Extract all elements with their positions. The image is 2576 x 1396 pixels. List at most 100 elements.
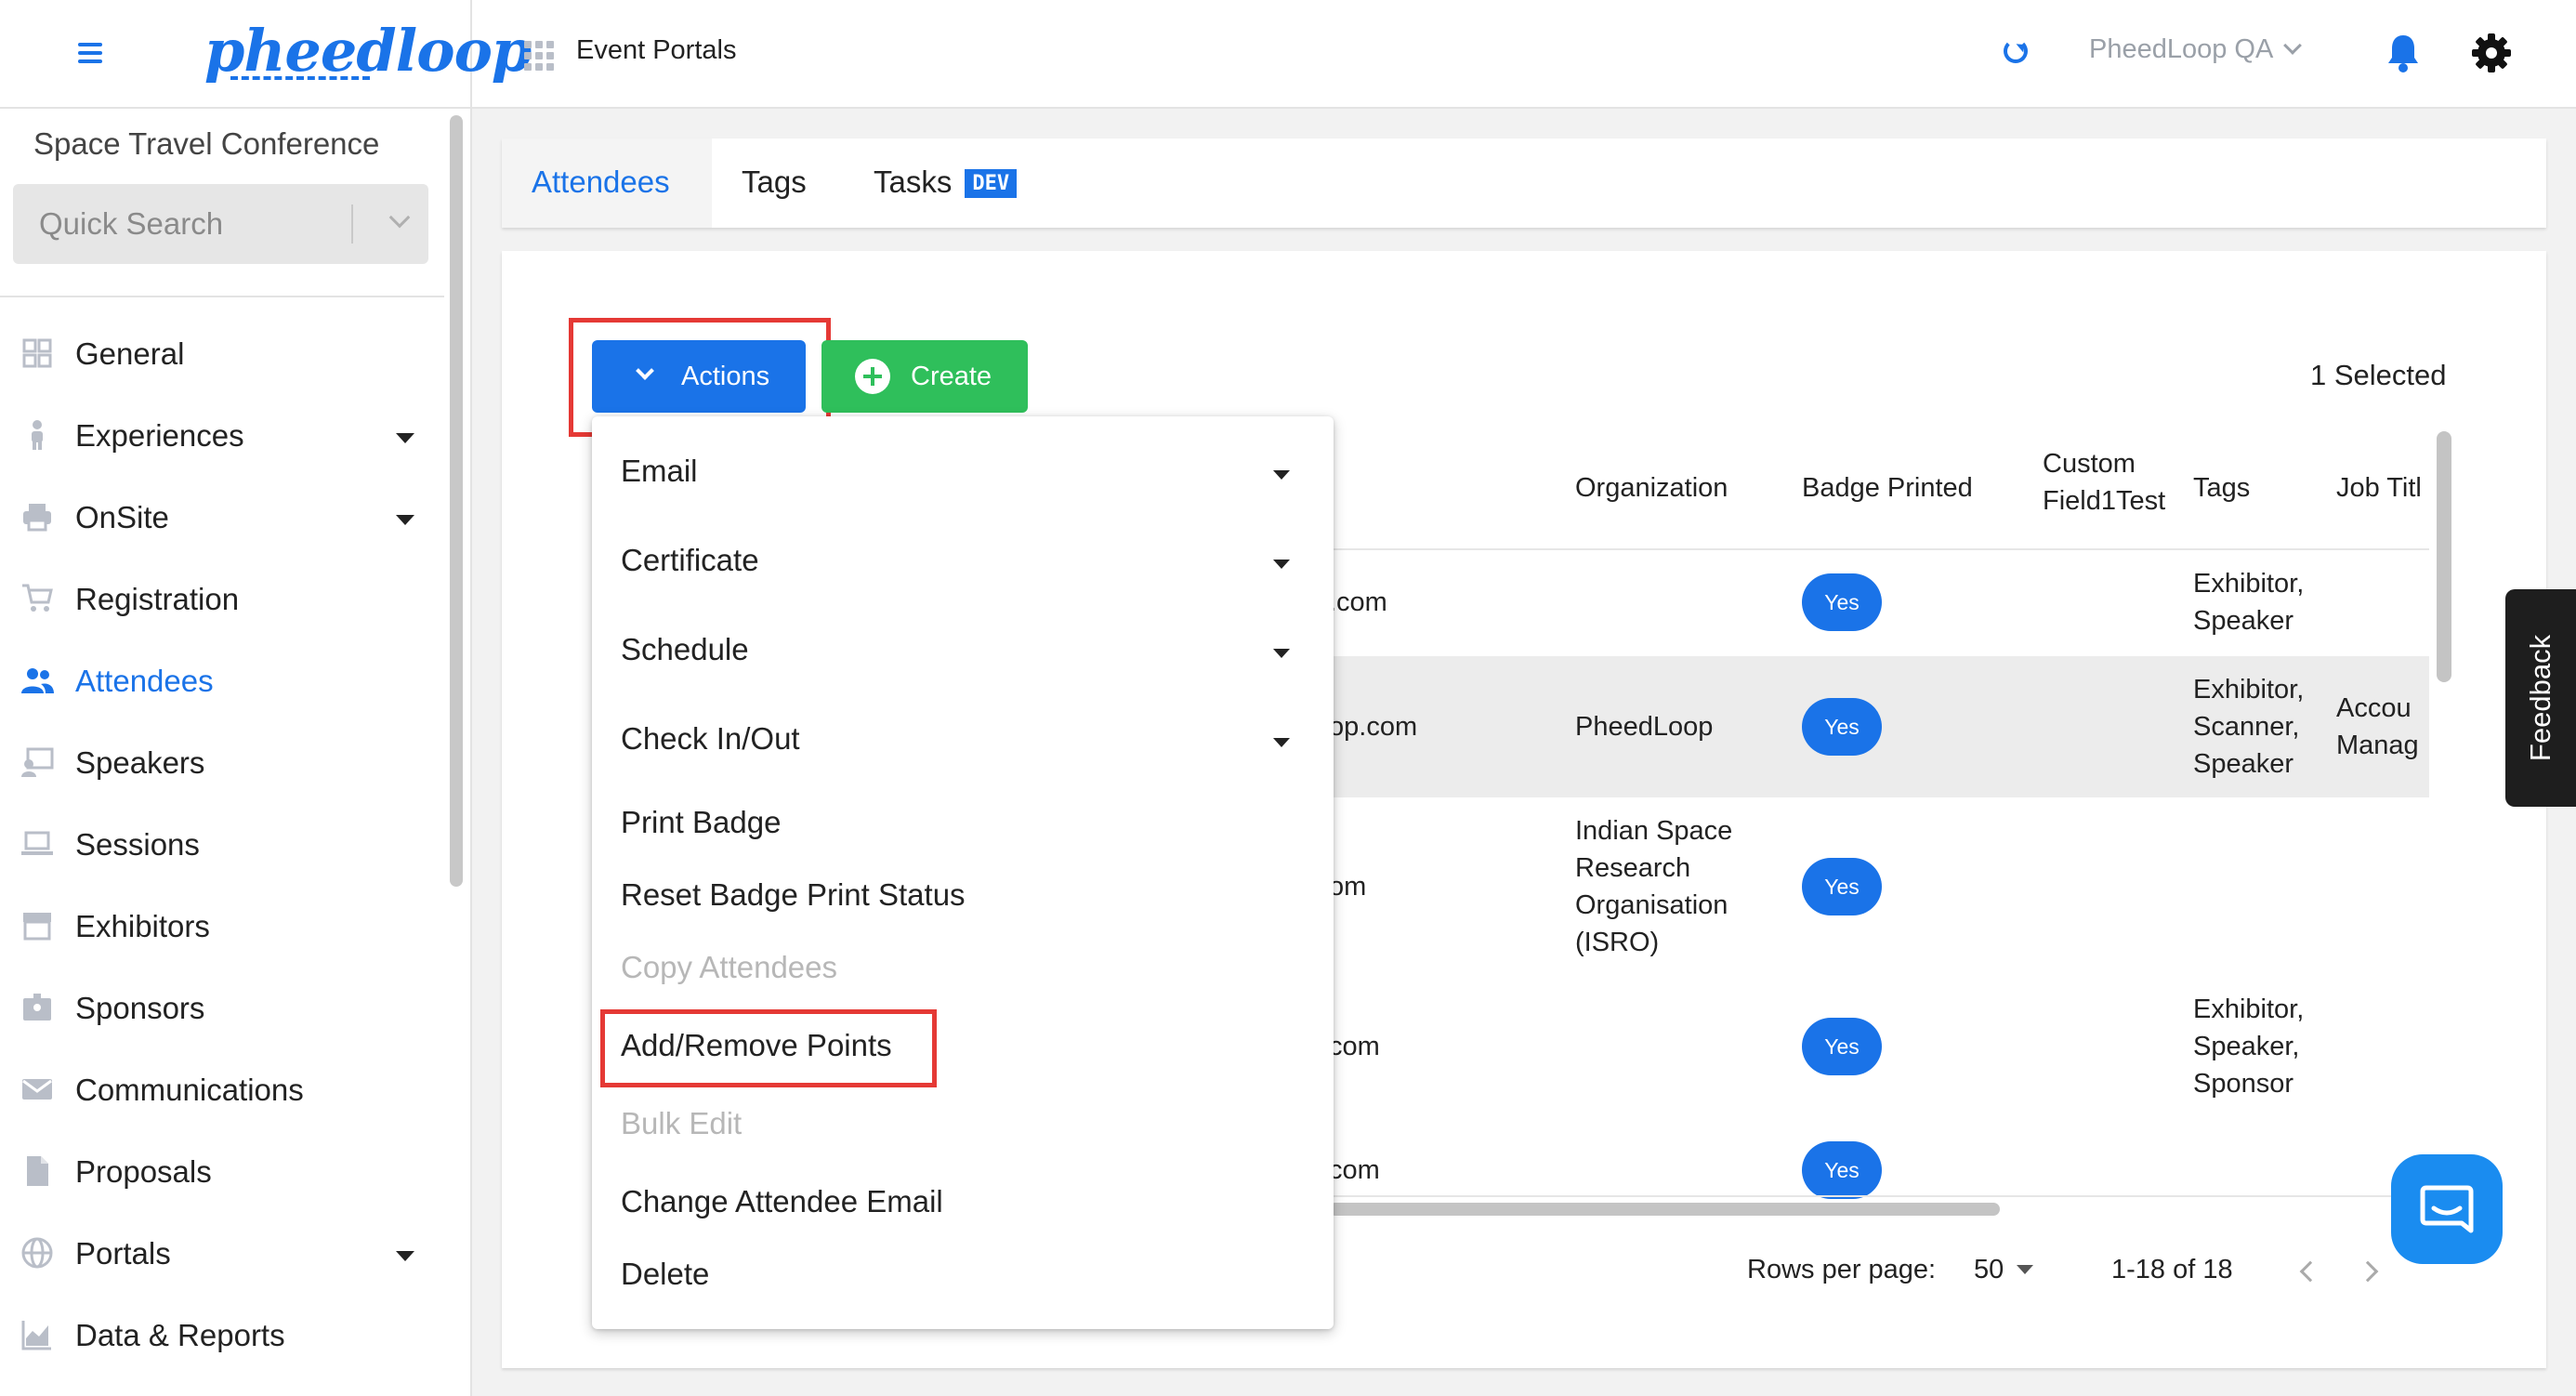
sidebar-scrollbar[interactable] bbox=[450, 115, 463, 887]
cell-organization: Indian Space Research Organisation (ISRO… bbox=[1575, 816, 1733, 957]
sidebar-item-label: OnSite bbox=[75, 500, 169, 534]
menu-item-print-badge[interactable]: Print Badge bbox=[621, 805, 781, 840]
cell-email: om bbox=[1329, 872, 1367, 902]
tab-label: Attendees bbox=[532, 165, 670, 199]
menu-item-certificate[interactable]: Certificate bbox=[621, 543, 759, 578]
table-vertical-scrollbar[interactable] bbox=[2437, 431, 2451, 682]
laptop-icon bbox=[21, 831, 53, 855]
sidebar-item-data-reports[interactable]: Data & Reports bbox=[0, 1296, 444, 1377]
sidebar-item-label: Communications bbox=[75, 1073, 304, 1107]
org-selector[interactable]: PheedLoop QA bbox=[2089, 34, 2303, 65]
sidebar-item-sponsors[interactable]: Sponsors bbox=[0, 968, 444, 1050]
tag-text: Scanner, bbox=[2193, 712, 2300, 742]
highlight-box-add-remove-points bbox=[600, 1009, 937, 1087]
chevron-down-icon bbox=[2283, 36, 2303, 55]
pagination-range: 1-18 of 18 bbox=[2111, 1255, 2233, 1284]
org-name: PheedLoop QA bbox=[2089, 34, 2274, 64]
feedback-tab[interactable]: Feedback bbox=[2505, 589, 2576, 807]
cell-email: com bbox=[1329, 1032, 1380, 1061]
actions-dropdown-menu: Email Certificate Schedule Check In/Out … bbox=[592, 416, 1334, 1329]
caret-down-icon[interactable] bbox=[1273, 738, 1290, 747]
tag-text: Exhibitor, bbox=[2193, 675, 2305, 705]
chat-bubble-icon bbox=[2420, 1185, 2474, 1233]
gear-icon[interactable] bbox=[2472, 33, 2511, 72]
sidebar-item-label: Attendees bbox=[75, 664, 214, 698]
cell-job-title: Accou Manag bbox=[2336, 690, 2429, 764]
table-horizontal-track bbox=[1329, 1195, 2429, 1197]
tab-label: Tasks bbox=[874, 165, 953, 199]
create-label: Create bbox=[911, 362, 992, 391]
tag-text: Sponsor bbox=[2193, 1069, 2294, 1099]
cell-tags: Exhibitor, Speaker bbox=[2193, 565, 2304, 639]
sidebar-item-label: Exhibitors bbox=[75, 909, 210, 943]
sidebar-item-communications[interactable]: Communications bbox=[0, 1050, 444, 1132]
sidebar-item-exhibitors[interactable]: Exhibitors bbox=[0, 887, 444, 968]
actions-button[interactable]: Actions bbox=[592, 340, 806, 413]
sidebar-item-attendees[interactable]: Attendees bbox=[0, 641, 444, 723]
sidebar-divider bbox=[0, 296, 444, 297]
sidebar-item-onsite[interactable]: OnSite bbox=[0, 478, 444, 560]
bell-icon[interactable] bbox=[2386, 33, 2420, 72]
table-header-divider bbox=[1329, 548, 2429, 550]
sidebar-item-portals[interactable]: Portals bbox=[0, 1214, 444, 1296]
create-button[interactable]: Create bbox=[821, 340, 1028, 413]
person-icon bbox=[32, 420, 43, 450]
mail-icon bbox=[22, 1079, 52, 1100]
sidebar-item-speakers[interactable]: Speakers bbox=[0, 723, 444, 805]
cell-email: op.com bbox=[1329, 712, 1418, 742]
caret-down-icon[interactable] bbox=[1273, 560, 1290, 569]
menu-item-change-attendee-email[interactable]: Change Attendee Email bbox=[621, 1184, 943, 1219]
column-header-organization[interactable]: Organization bbox=[1575, 469, 1728, 507]
table-horizontal-scrollbar[interactable] bbox=[1329, 1203, 2000, 1216]
menu-item-schedule[interactable]: Schedule bbox=[621, 632, 749, 667]
tag-text: Exhibitor, bbox=[2193, 569, 2305, 599]
menu-item-check-in-out[interactable]: Check In/Out bbox=[621, 721, 800, 757]
sidebar-header: pheedloop bbox=[0, 0, 532, 109]
document-icon bbox=[27, 1156, 48, 1186]
cell-email: .com bbox=[1329, 587, 1387, 617]
quick-search-input[interactable]: Quick Search bbox=[13, 184, 428, 264]
sidebar-item-sessions[interactable]: Sessions bbox=[0, 805, 444, 887]
menu-icon[interactable] bbox=[78, 43, 102, 63]
job-text: Accou bbox=[2336, 693, 2412, 723]
caret-down-icon[interactable] bbox=[1273, 470, 1290, 480]
pheedloop-logo: pheedloop bbox=[204, 17, 532, 85]
tab-attendees[interactable]: Attendees bbox=[502, 138, 712, 228]
column-header-badge-printed[interactable]: Badge Printed bbox=[1802, 469, 1973, 507]
column-header-tags[interactable]: Tags bbox=[2193, 469, 2250, 507]
badge-printed-yes: Yes bbox=[1802, 698, 1882, 756]
rows-per-page-select[interactable]: 50 bbox=[1974, 1255, 2034, 1285]
sidebar-item-general[interactable]: General bbox=[0, 314, 444, 396]
dev-badge: DEV bbox=[965, 169, 1018, 198]
tab-tasks[interactable]: Tasks DEV bbox=[874, 138, 1018, 228]
rows-per-page-label: Rows per page: bbox=[1747, 1255, 1937, 1284]
sidebar-item-label: Speakers bbox=[75, 745, 205, 780]
caret-down-icon bbox=[396, 515, 414, 525]
presenter-icon bbox=[21, 747, 54, 777]
menu-item-bulk-edit: Bulk Edit bbox=[621, 1106, 743, 1140]
menu-item-email[interactable]: Email bbox=[621, 454, 698, 489]
column-header-custom-field[interactable]: Custom Field1Test bbox=[2043, 445, 2182, 520]
cell-tags: Exhibitor, Speaker, Sponsor bbox=[2193, 991, 2304, 1102]
menu-item-reset-badge-print-status[interactable]: Reset Badge Print Status bbox=[621, 877, 966, 913]
refresh-icon[interactable] bbox=[2004, 39, 2028, 63]
sidebar-item-experiences[interactable]: Experiences bbox=[0, 396, 444, 478]
sidebar-item-label: Sessions bbox=[75, 827, 200, 862]
sidebar-item-proposals[interactable]: Proposals bbox=[0, 1132, 444, 1214]
chevron-down-icon[interactable] bbox=[388, 206, 411, 229]
job-text: Manag bbox=[2336, 731, 2419, 760]
column-header-job-title[interactable]: Job Titl bbox=[2336, 469, 2429, 507]
search-separator bbox=[351, 204, 353, 244]
storefront-icon bbox=[23, 913, 51, 941]
caret-down-icon[interactable] bbox=[1273, 649, 1290, 658]
badge-printed-yes: Yes bbox=[1802, 1141, 1882, 1199]
sidebar-item-label: Portals bbox=[75, 1236, 171, 1271]
apps-grid-icon[interactable] bbox=[524, 41, 554, 71]
sidebar-item-registration[interactable]: Registration bbox=[0, 560, 444, 641]
menu-item-delete[interactable]: Delete bbox=[621, 1257, 709, 1292]
top-header: pheedloop Event Portals PheedLoop QA bbox=[0, 0, 2576, 109]
caret-down-icon bbox=[396, 1251, 414, 1261]
quick-search-placeholder: Quick Search bbox=[39, 206, 224, 241]
tab-tags[interactable]: Tags bbox=[742, 138, 807, 228]
chat-button[interactable] bbox=[2391, 1154, 2503, 1264]
